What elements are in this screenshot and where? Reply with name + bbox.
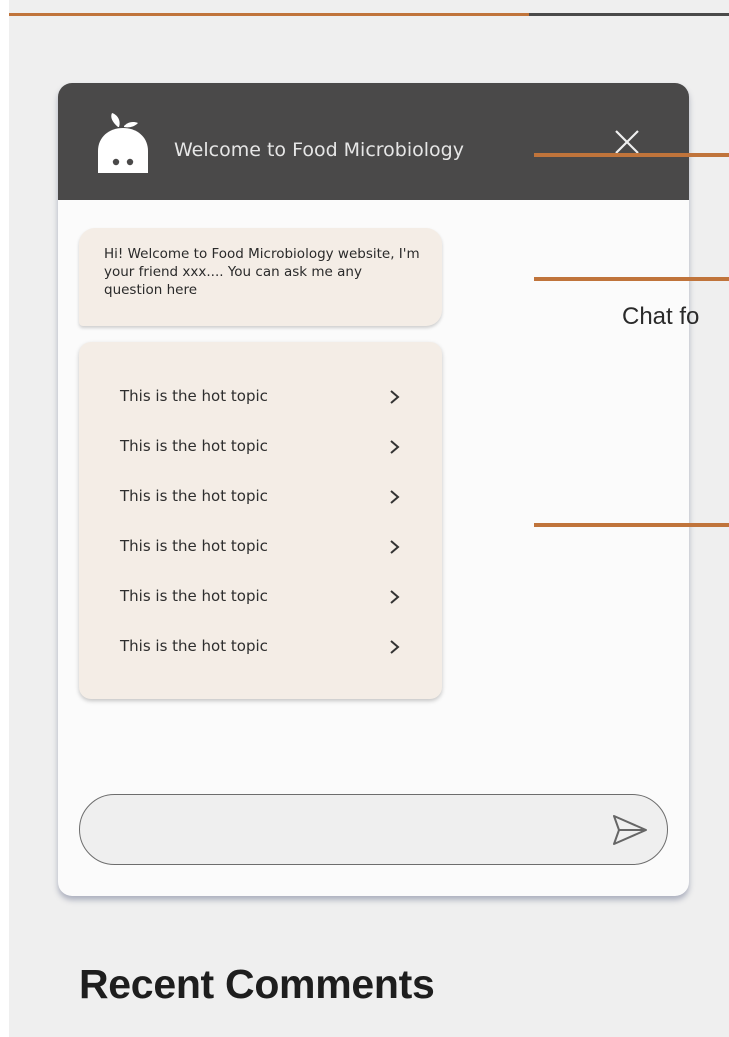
hot-topic-item[interactable]: This is the hot topic	[120, 385, 402, 435]
message-input[interactable]	[104, 795, 604, 863]
hot-topic-item[interactable]: This is the hot topic	[120, 435, 402, 485]
annotation-label: Chat fo	[622, 303, 700, 330]
hot-topic-label: This is the hot topic	[120, 387, 268, 405]
hot-topic-item[interactable]: This is the hot topic	[120, 535, 402, 585]
hot-topic-label: This is the hot topic	[120, 537, 268, 555]
message-input-container	[79, 794, 668, 865]
annotation-line	[534, 523, 729, 527]
hot-topic-item[interactable]: This is the hot topic	[120, 635, 402, 685]
welcome-message-bubble: Hi! Welcome to Food Microbiology website…	[79, 228, 442, 326]
top-progress-bar-active	[9, 13, 529, 16]
page-background: Welcome to Food Microbiology Hi! Welcome…	[9, 0, 729, 1037]
hot-topic-label: This is the hot topic	[120, 587, 268, 605]
chevron-right-icon	[390, 440, 400, 454]
chevron-right-icon	[390, 490, 400, 504]
hot-topic-label: This is the hot topic	[120, 637, 268, 655]
hot-topic-item[interactable]: This is the hot topic	[120, 485, 402, 535]
annotation-line	[534, 277, 729, 281]
top-progress-bar-track	[529, 13, 729, 16]
chat-title: Welcome to Food Microbiology	[174, 139, 464, 161]
chat-widget: Welcome to Food Microbiology Hi! Welcome…	[58, 83, 689, 896]
hot-topic-label: This is the hot topic	[120, 487, 268, 505]
bot-logo-icon	[98, 113, 148, 173]
hot-topics-card: This is the hot topic This is the hot to…	[79, 342, 442, 699]
chat-header: Welcome to Food Microbiology	[58, 83, 689, 200]
hot-topic-label: This is the hot topic	[120, 437, 268, 455]
chevron-right-icon	[390, 540, 400, 554]
annotation-line	[534, 153, 729, 157]
hot-topic-item[interactable]: This is the hot topic	[120, 585, 402, 635]
chevron-right-icon	[390, 590, 400, 604]
send-icon[interactable]	[611, 813, 649, 847]
chevron-right-icon	[390, 390, 400, 404]
recent-comments-heading: Recent Comments	[79, 961, 435, 1007]
chevron-right-icon	[390, 640, 400, 654]
